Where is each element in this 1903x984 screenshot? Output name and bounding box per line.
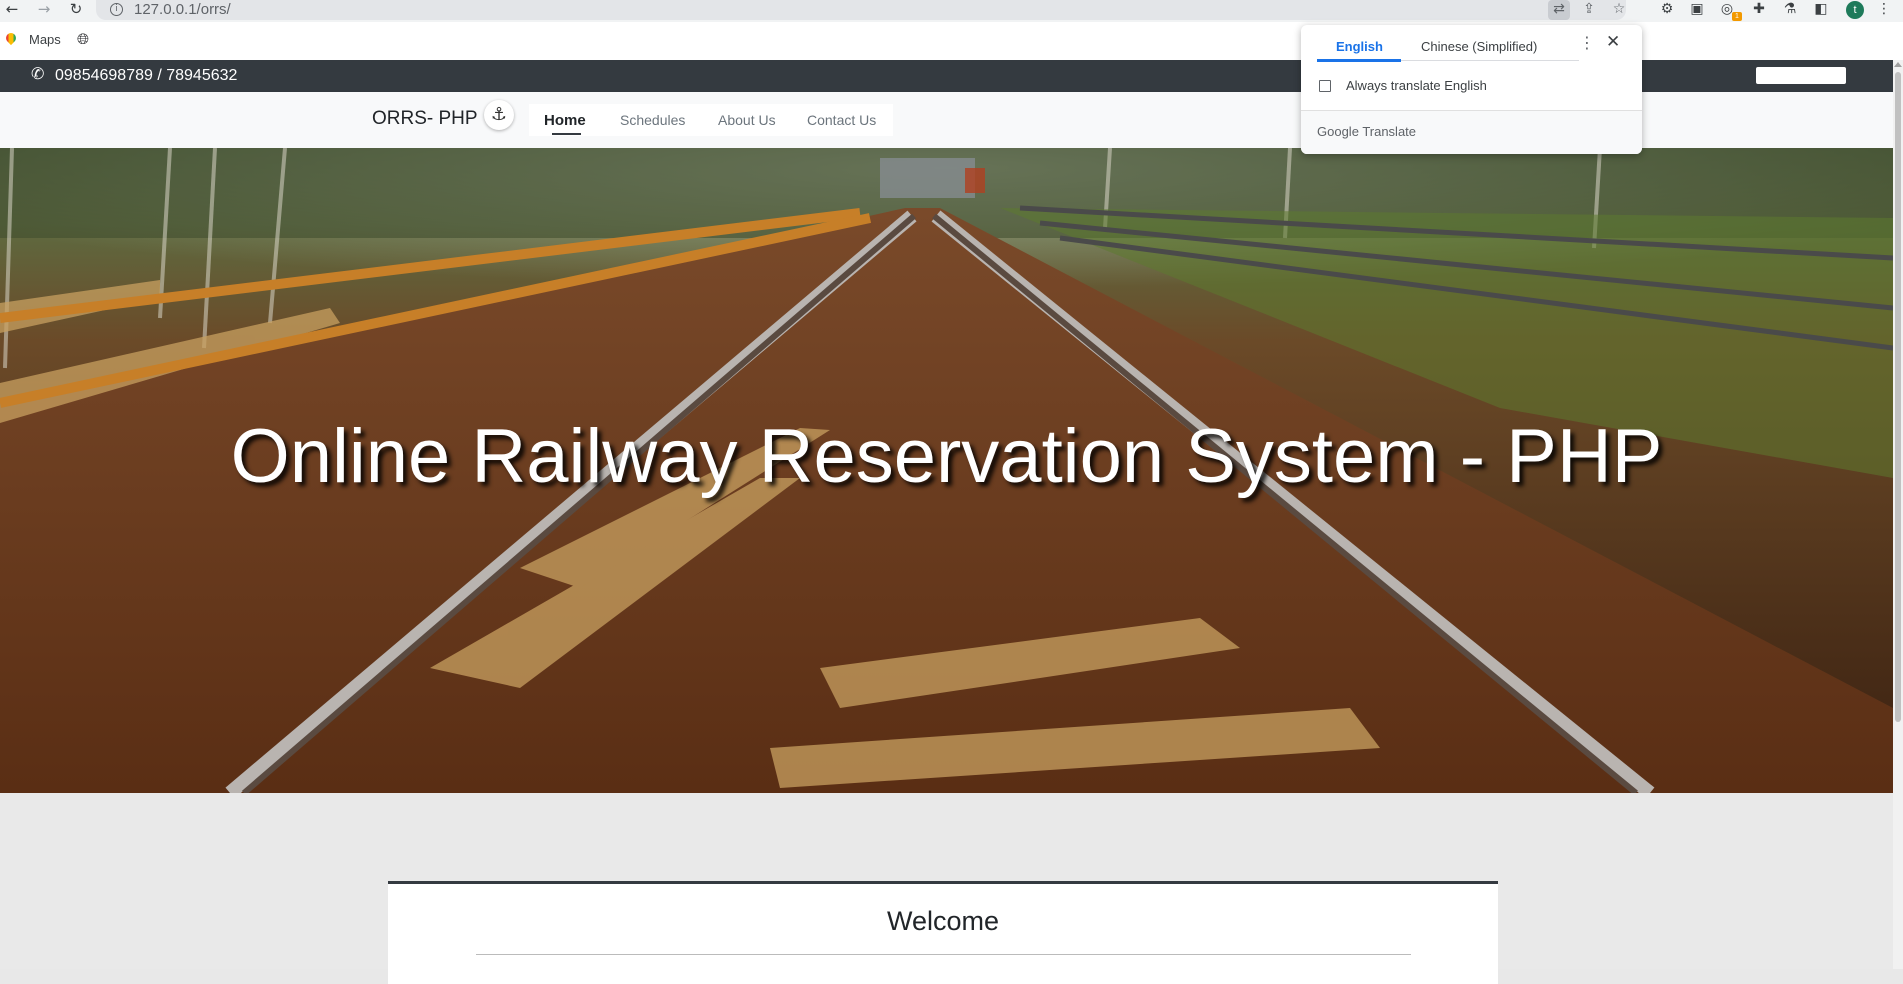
flask-icon[interactable]: ⚗ bbox=[1778, 0, 1802, 20]
translate-tab-chinese[interactable]: Chinese (Simplified) bbox=[1421, 39, 1537, 54]
settings-extension-icon[interactable]: ⚙ bbox=[1655, 0, 1679, 20]
welcome-divider bbox=[476, 954, 1411, 955]
contact-phone: 09854698789 / 78945632 bbox=[55, 67, 238, 84]
info-icon[interactable]: i bbox=[110, 3, 123, 16]
nav-schedules[interactable]: Schedules bbox=[620, 112, 685, 128]
phone-icon: ✆ bbox=[31, 64, 45, 83]
nav-home[interactable]: Home bbox=[544, 112, 586, 129]
login-button[interactable] bbox=[1756, 67, 1846, 84]
active-nav-indicator bbox=[552, 133, 581, 135]
url-text[interactable]: 127.0.0.1/orrs/ bbox=[134, 1, 231, 18]
hero-banner: Online Railway Reservation System - PHP bbox=[0, 148, 1893, 793]
scroll-up-arrow-icon[interactable] bbox=[1894, 62, 1902, 67]
puzzle-icon[interactable]: ✚ bbox=[1747, 0, 1771, 20]
globe-icon[interactable]: 🌐︎ bbox=[77, 30, 89, 48]
translate-icon[interactable]: ⇄ bbox=[1548, 0, 1570, 20]
star-icon[interactable]: ☆ bbox=[1608, 0, 1630, 20]
maps-pin-icon bbox=[3, 30, 19, 46]
nav-about-us[interactable]: About Us bbox=[718, 112, 776, 128]
translate-tab-english[interactable]: English bbox=[1336, 39, 1383, 54]
bookmark-maps[interactable]: Maps bbox=[29, 32, 61, 47]
nav-contact-us[interactable]: Contact Us bbox=[807, 112, 876, 128]
forward-arrow-icon[interactable]: → bbox=[33, 0, 55, 20]
browser-toolbar: ← → ↻ i 127.0.0.1/orrs/ ⇄ ⇪ ☆ ⚙ ▣ ◎ 1 ✚ … bbox=[0, 0, 1903, 22]
google-wordmark: Google bbox=[1317, 124, 1359, 139]
more-options-icon[interactable]: ⋮ bbox=[1579, 33, 1595, 52]
share-icon[interactable]: ⇪ bbox=[1578, 0, 1600, 20]
back-arrow-icon[interactable]: ← bbox=[1, 0, 23, 20]
hero-title: Online Railway Reservation System - PHP bbox=[230, 414, 1663, 499]
scrollbar-thumb[interactable] bbox=[1895, 72, 1901, 722]
page-scrollbar[interactable] bbox=[1893, 60, 1903, 969]
always-translate-label[interactable]: Always translate English bbox=[1346, 78, 1487, 93]
translate-popup: English Chinese (Simplified) ⋮ ✕ Always … bbox=[1301, 25, 1642, 154]
reload-icon[interactable]: ↻ bbox=[65, 0, 87, 20]
translate-active-tab-indicator bbox=[1317, 59, 1401, 62]
always-translate-checkbox[interactable] bbox=[1319, 80, 1331, 92]
translate-wordmark: Translate bbox=[1362, 124, 1417, 139]
train-logo-icon[interactable]: ⚓ bbox=[484, 100, 514, 130]
address-bar[interactable]: i 127.0.0.1/orrs/ ⇄ ⇪ ☆ bbox=[96, 0, 1626, 20]
side-panel-icon[interactable]: ◧ bbox=[1809, 0, 1833, 20]
extension-badge: 1 bbox=[1732, 12, 1742, 21]
welcome-title: Welcome bbox=[886, 906, 1000, 936]
nav-menu: Home Schedules About Us Contact Us bbox=[529, 104, 893, 136]
google-translate-logo: Google Translate bbox=[1317, 124, 1416, 139]
kebab-menu-icon[interactable]: ⋮ bbox=[1872, 0, 1896, 20]
close-icon[interactable]: ✕ bbox=[1606, 32, 1620, 52]
profile-avatar[interactable]: t bbox=[1846, 1, 1864, 19]
translate-footer: Google Translate bbox=[1301, 110, 1642, 154]
brand-name[interactable]: ORRS- PHP bbox=[372, 108, 478, 130]
extension-icon[interactable]: ▣ bbox=[1685, 0, 1709, 20]
